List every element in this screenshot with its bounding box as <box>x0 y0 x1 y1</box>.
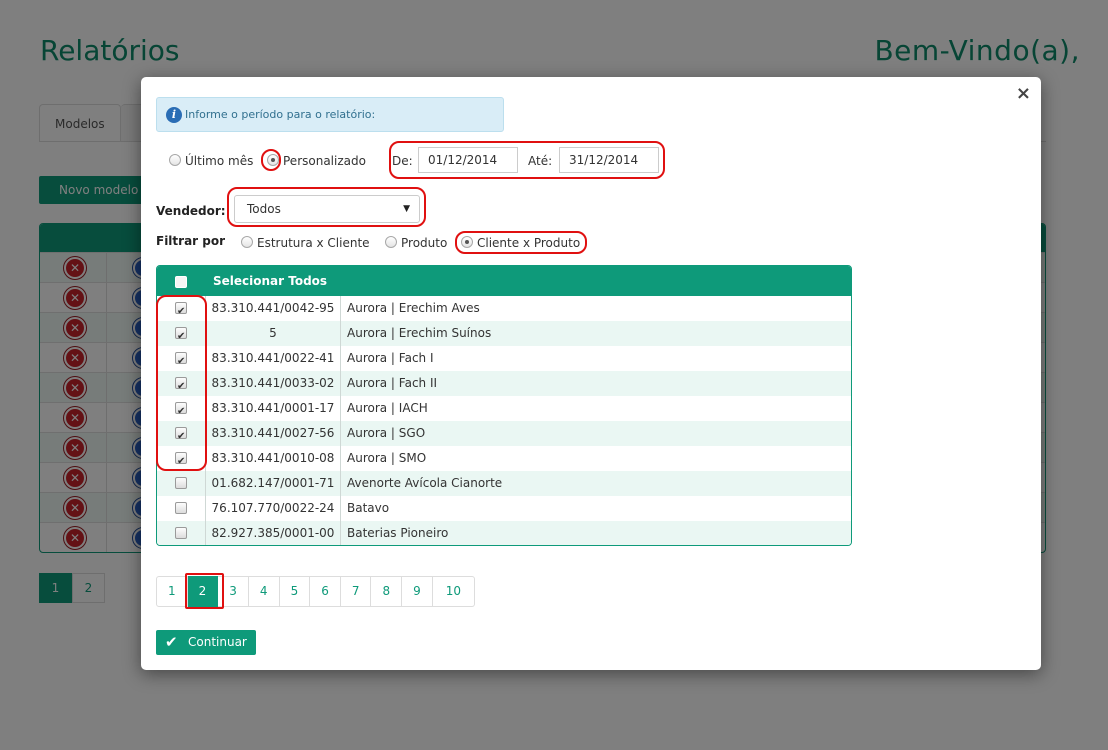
client-code: 83.310.441/0042-95 <box>205 296 341 321</box>
client-name: Batavo <box>347 501 390 515</box>
client-row[interactable]: 83.310.441/0001-17 Aurora | IACH <box>157 396 851 424</box>
client-code: 5 <box>205 321 341 346</box>
period-option-custom[interactable]: Personalizado <box>267 154 366 168</box>
radio-icon[interactable] <box>385 236 397 248</box>
date-from-input[interactable]: 01/12/2014 <box>418 147 518 173</box>
page-10[interactable]: 10 <box>432 576 476 607</box>
vendor-select[interactable]: Todos ▼ <box>234 195 420 223</box>
radio-icon[interactable] <box>169 154 181 166</box>
continue-label: Continuar <box>188 635 247 649</box>
client-code: 83.310.441/0022-41 <box>205 346 341 371</box>
client-row[interactable]: 01.682.147/0001-71 Avenorte Avícola Ciano… <box>157 471 851 496</box>
client-row[interactable]: 76.107.770/0022-24 Batavo <box>157 496 851 521</box>
client-name: Aurora | Erechim Suínos <box>347 326 492 340</box>
select-all-label: Selecionar Todos <box>213 274 328 288</box>
vendor-label: Vendedor: <box>156 204 226 218</box>
page-8[interactable]: 8 <box>371 576 403 607</box>
client-code: 01.682.147/0001-71 <box>205 471 341 496</box>
client-row[interactable]: 5 Aurora | Erechim Suínos <box>157 321 851 349</box>
date-to-label: Até: <box>528 154 553 168</box>
dropdown-arrow-icon: ▼ <box>403 204 410 214</box>
client-code: 83.310.441/0010-08 <box>205 446 341 471</box>
filter-option-label: Estrutura x Cliente <box>257 236 370 250</box>
client-row[interactable]: 83.310.441/0022-41 Aurora | Fach I <box>157 346 851 374</box>
select-all-checkbox[interactable] <box>175 276 187 288</box>
client-row[interactable]: 82.927.385/0001-00 Baterias Pioneiro <box>157 521 851 545</box>
client-name: Aurora | Erechim Aves <box>347 301 480 315</box>
highlight-active-page <box>185 573 224 609</box>
radio-selected-icon[interactable] <box>461 236 473 248</box>
period-option-label: Personalizado <box>283 154 366 168</box>
filter-label: Filtrar por <box>156 234 226 248</box>
page-1[interactable]: 1 <box>156 576 188 607</box>
client-row[interactable]: 83.310.441/0010-08 Aurora | SMO <box>157 446 851 474</box>
client-row[interactable]: 83.310.441/0042-95 Aurora | Erechim Aves <box>157 296 851 324</box>
client-table: Selecionar Todos 83.310.441/0042-95 Auror… <box>156 265 852 546</box>
highlight-custom-radio <box>261 149 281 171</box>
date-from-label: De: <box>392 154 413 168</box>
client-name: Aurora | SMO <box>347 451 427 465</box>
client-code: 83.310.441/0033-02 <box>205 371 341 396</box>
client-name: Avenorte Avícola Cianorte <box>347 476 503 490</box>
client-code: 76.107.770/0022-24 <box>205 496 341 521</box>
highlight-checked-rows <box>156 295 207 471</box>
client-row[interactable]: 83.310.441/0033-02 Aurora | Fach II <box>157 371 851 399</box>
date-to-input[interactable]: 31/12/2014 <box>559 147 659 173</box>
page-5[interactable]: 5 <box>279 576 311 607</box>
row-checkbox[interactable] <box>175 477 187 489</box>
vendor-select-value: Todos <box>247 202 281 216</box>
client-name: Aurora | IACH <box>347 401 428 415</box>
close-icon[interactable]: × <box>1016 83 1031 104</box>
filter-option-label: Produto <box>401 236 448 250</box>
row-checkbox[interactable] <box>175 527 187 539</box>
radio-icon[interactable] <box>241 236 253 248</box>
filter-option-structure-client[interactable]: Estrutura x Cliente <box>241 236 370 250</box>
continue-button[interactable]: ✔ Continuar <box>156 630 256 655</box>
client-row[interactable]: 83.310.441/0027-56 Aurora | SGO <box>157 421 851 449</box>
client-name: Aurora | SGO <box>347 426 426 440</box>
period-option-label: Último mês <box>185 154 254 168</box>
info-alert: i Informe o período para o relatório: <box>156 97 504 132</box>
info-icon: i <box>166 107 182 123</box>
client-table-header: Selecionar Todos <box>157 266 851 296</box>
client-code: 83.310.441/0001-17 <box>205 396 341 421</box>
client-code: 83.310.441/0027-56 <box>205 421 341 446</box>
period-option-last-month[interactable]: Último mês <box>169 154 253 168</box>
row-checkbox[interactable] <box>175 502 187 514</box>
filter-option-product[interactable]: Produto <box>385 236 447 250</box>
client-name: Aurora | Fach II <box>347 376 438 390</box>
report-period-modal: × i Informe o período para o relatório: … <box>141 77 1041 670</box>
info-text: Informe o período para o relatório: <box>185 108 376 121</box>
page-7[interactable]: 7 <box>340 576 372 607</box>
page-6[interactable]: 6 <box>310 576 341 607</box>
page-4[interactable]: 4 <box>248 576 280 607</box>
filter-option-client-product[interactable]: Cliente x Produto <box>461 236 580 250</box>
client-code: 82.927.385/0001-00 <box>205 521 341 545</box>
filter-option-label: Cliente x Produto <box>477 236 581 250</box>
client-name: Baterias Pioneiro <box>347 526 449 540</box>
client-name: Aurora | Fach I <box>347 351 434 365</box>
page-9[interactable]: 9 <box>402 576 433 607</box>
check-icon: ✔ <box>165 633 178 651</box>
